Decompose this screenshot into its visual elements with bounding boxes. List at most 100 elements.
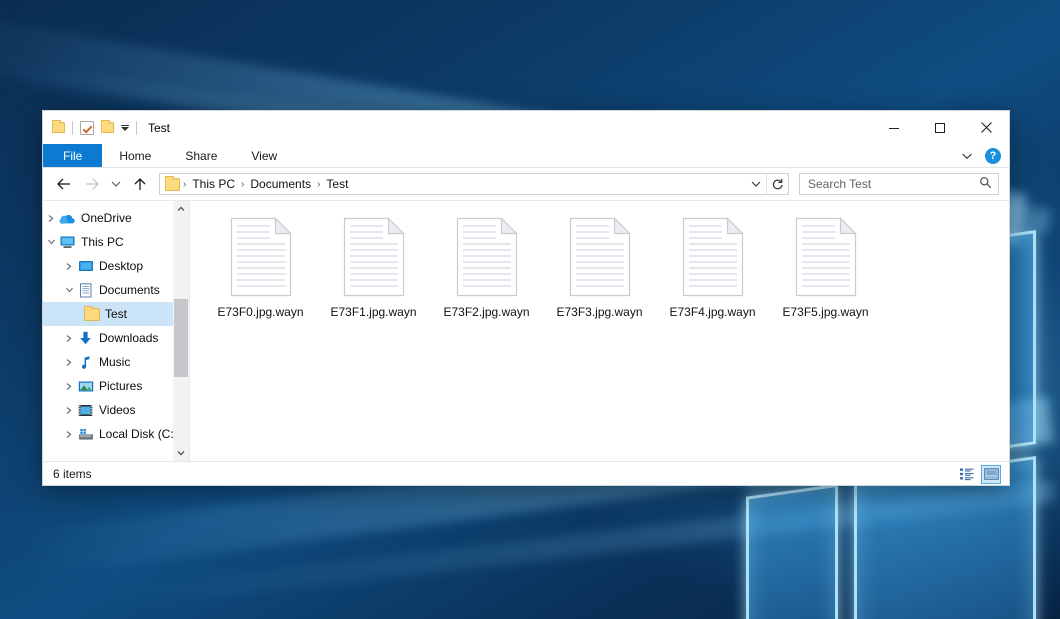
sidebar-item-music[interactable]: Music <box>43 350 189 374</box>
videos-icon <box>77 404 94 417</box>
ribbon-tab-bar: File Home Share View ? <box>43 144 1009 168</box>
sidebar-item-onedrive[interactable]: OneDrive <box>43 206 189 230</box>
breadcrumb-item-test[interactable]: Test <box>321 177 353 191</box>
window-title: Test <box>148 121 170 135</box>
file-item[interactable]: E73F0.jpg.wayn <box>204 215 317 340</box>
sidebar-item-label: Downloads <box>99 331 158 345</box>
search-input[interactable]: Search Test <box>808 177 979 191</box>
scroll-up-button[interactable] <box>173 201 189 217</box>
documents-icon <box>77 283 94 298</box>
file-name-label: E73F2.jpg.wayn <box>443 305 529 319</box>
back-button[interactable] <box>51 171 77 197</box>
quick-access-toolbar <box>52 121 137 135</box>
sidebar-item-pictures[interactable]: Pictures <box>43 374 189 398</box>
recent-locations-button[interactable] <box>107 171 125 197</box>
scrollbar-thumb[interactable] <box>174 299 188 377</box>
file-item[interactable]: E73F5.jpg.wayn <box>769 215 882 340</box>
desktop-background: Test File Home Share View <box>0 0 1060 619</box>
chevron-down-icon[interactable] <box>61 286 77 294</box>
tab-home[interactable]: Home <box>102 144 168 167</box>
sidebar-item-videos[interactable]: Videos <box>43 398 189 422</box>
pictures-icon <box>77 380 94 393</box>
toolbar-separator <box>136 121 137 135</box>
breadcrumb-item-this-pc[interactable]: This PC <box>187 177 240 191</box>
chevron-right-icon[interactable] <box>61 262 77 271</box>
sidebar-item-label: Local Disk (C:) <box>99 427 178 441</box>
chevron-down-icon[interactable] <box>43 238 59 246</box>
file-item[interactable]: E73F2.jpg.wayn <box>430 215 543 340</box>
title-bar[interactable]: Test <box>43 111 1009 144</box>
address-bar[interactable]: › This PC › Documents › Test <box>159 173 789 195</box>
drive-icon <box>77 428 94 441</box>
large-icons-view-button[interactable] <box>981 465 1001 484</box>
close-button[interactable] <box>963 111 1009 144</box>
forward-button[interactable] <box>79 171 105 197</box>
sidebar-item-test[interactable]: Test <box>43 302 189 326</box>
navigation-pane-scrollbar[interactable] <box>173 201 189 461</box>
address-bar-row: › This PC › Documents › Test <box>43 168 1009 200</box>
tab-file[interactable]: File <box>43 144 102 167</box>
chevron-right-icon[interactable] <box>43 214 59 223</box>
scroll-down-button[interactable] <box>173 445 189 461</box>
folder-icon[interactable] <box>52 122 65 133</box>
generic-file-icon <box>342 217 406 297</box>
file-item[interactable]: E73F3.jpg.wayn <box>543 215 656 340</box>
sidebar-item-label: Desktop <box>99 259 143 273</box>
sidebar-item-label: This PC <box>81 235 124 249</box>
view-mode-buttons <box>957 462 1001 486</box>
sidebar-item-label: Music <box>99 355 130 369</box>
help-button[interactable]: ? <box>985 148 1001 164</box>
minimize-button[interactable] <box>871 111 917 144</box>
desktop-icon <box>77 260 94 273</box>
ribbon-right-controls: ? <box>961 144 1001 168</box>
chevron-down-icon[interactable] <box>746 174 766 194</box>
tab-share[interactable]: Share <box>168 144 234 167</box>
sidebar-item-downloads[interactable]: Downloads <box>43 326 189 350</box>
sidebar-item-documents[interactable]: Documents <box>43 278 189 302</box>
sidebar-item-label: Videos <box>99 403 135 417</box>
sidebar-item-label: Documents <box>99 283 160 297</box>
window-controls <box>871 111 1009 144</box>
file-grid: E73F0.jpg.wayn <box>204 215 1009 340</box>
sidebar-item-this-pc[interactable]: This PC <box>43 230 189 254</box>
customize-qat-icon[interactable] <box>121 127 129 131</box>
chevron-right-icon[interactable] <box>61 430 77 439</box>
tab-view[interactable]: View <box>234 144 294 167</box>
search-box[interactable]: Search Test <box>799 173 999 195</box>
file-item[interactable]: E73F4.jpg.wayn <box>656 215 769 340</box>
toolbar-separator <box>72 121 73 135</box>
breadcrumb-item-documents[interactable]: Documents <box>245 177 316 191</box>
generic-file-icon <box>229 217 293 297</box>
new-folder-icon[interactable] <box>101 122 114 133</box>
generic-file-icon <box>455 217 519 297</box>
file-explorer-window: Test File Home Share View <box>42 110 1010 486</box>
sidebar-item-label: Test <box>105 307 127 321</box>
search-icon <box>979 176 992 192</box>
sidebar-item-local-disk[interactable]: Local Disk (C:) <box>43 422 189 446</box>
sidebar-item-label: Pictures <box>99 379 142 393</box>
properties-icon[interactable] <box>80 121 94 135</box>
scrollbar-track[interactable] <box>173 217 189 445</box>
status-bar: 6 items <box>43 461 1009 485</box>
sidebar-item-desktop[interactable]: Desktop <box>43 254 189 278</box>
file-list-view[interactable]: E73F0.jpg.wayn <box>190 201 1009 461</box>
refresh-icon[interactable] <box>766 173 788 195</box>
details-view-button[interactable] <box>957 465 977 484</box>
chevron-right-icon[interactable] <box>61 382 77 391</box>
chevron-down-icon[interactable] <box>961 152 973 160</box>
chevron-right-icon[interactable] <box>61 406 77 415</box>
navigation-pane: OneDrive This PC <box>43 201 190 461</box>
item-count-label: 6 items <box>53 467 92 481</box>
up-button[interactable] <box>127 171 153 197</box>
folder-icon <box>83 308 100 321</box>
chevron-right-icon[interactable] <box>61 334 77 343</box>
maximize-button[interactable] <box>917 111 963 144</box>
file-item[interactable]: E73F1.jpg.wayn <box>317 215 430 340</box>
onedrive-icon <box>59 212 76 225</box>
file-name-label: E73F3.jpg.wayn <box>556 305 642 319</box>
music-icon <box>77 355 94 370</box>
generic-file-icon <box>568 217 632 297</box>
navigation-tree: OneDrive This PC <box>43 201 189 446</box>
chevron-right-icon[interactable] <box>61 358 77 367</box>
sidebar-item-label: OneDrive <box>81 211 132 225</box>
